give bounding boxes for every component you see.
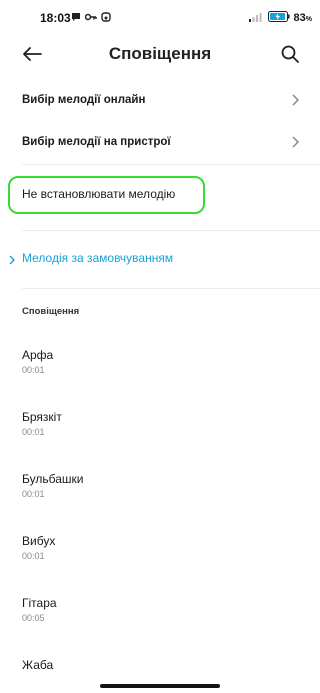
list-item[interactable]: Жаба: [22, 658, 302, 682]
sound-name: Бульбашки: [22, 472, 84, 486]
list-item[interactable]: Вибух 00:01: [22, 534, 302, 574]
ringtone-device-row[interactable]: Вибір мелодії на пристрої: [0, 122, 320, 162]
sound-duration: 00:05: [22, 613, 45, 623]
sound-name: Арфа: [22, 348, 54, 362]
list-item[interactable]: Арфа 00:01: [22, 348, 302, 388]
ringtone-online-label: Вибір мелодії онлайн: [22, 94, 146, 106]
default-ringtone-row[interactable]: Мелодія за замовчуванням: [0, 247, 320, 269]
sound-name: Брязкіт: [22, 410, 62, 424]
app-icon: [101, 9, 111, 27]
home-indicator: [100, 684, 220, 688]
divider: [22, 288, 320, 289]
sound-duration: 00:01: [22, 365, 45, 375]
list-item[interactable]: Гітара 00:05: [22, 596, 302, 636]
section-header: Сповіщення: [22, 306, 80, 317]
search-button[interactable]: [276, 42, 304, 70]
divider: [22, 230, 320, 231]
divider: [22, 164, 320, 165]
sound-name: Гітара: [22, 596, 57, 610]
sound-name: Вибух: [22, 534, 56, 548]
default-ringtone-label: Мелодія за замовчуванням: [22, 251, 174, 265]
battery-percent: 83%: [293, 12, 312, 24]
status-icons-left: [71, 11, 111, 25]
ringtone-device-label: Вибір мелодії на пристрої: [22, 136, 171, 148]
status-right: 83%: [248, 11, 312, 25]
chat-icon: [71, 9, 81, 27]
key-icon: [84, 9, 97, 27]
no-ringtone-label: Не встановлювати мелодію: [22, 187, 176, 201]
no-ringtone-option[interactable]: Не встановлювати мелодію: [8, 176, 205, 214]
ringtone-online-row[interactable]: Вибір мелодії онлайн: [0, 80, 320, 120]
chevron-right-icon: [288, 135, 302, 149]
page-title: Сповіщення: [108, 44, 212, 63]
chevron-right-icon: [288, 93, 302, 107]
battery-icon: [267, 9, 290, 27]
status-bar: 18:03 83%: [0, 0, 320, 36]
list-item[interactable]: Бульбашки 00:01: [22, 472, 302, 512]
sound-name: Жаба: [22, 658, 54, 672]
sound-duration: 00:01: [22, 427, 45, 437]
app-header: Сповіщення: [0, 36, 320, 76]
signal-icon: [248, 9, 264, 27]
chevron-right-icon: [8, 252, 16, 265]
status-time: 18:03: [40, 11, 71, 25]
list-item[interactable]: Брязкіт 00:01: [22, 410, 302, 450]
search-icon: [281, 45, 299, 68]
sound-duration: 00:01: [22, 489, 45, 499]
sound-duration: 00:01: [22, 551, 45, 561]
